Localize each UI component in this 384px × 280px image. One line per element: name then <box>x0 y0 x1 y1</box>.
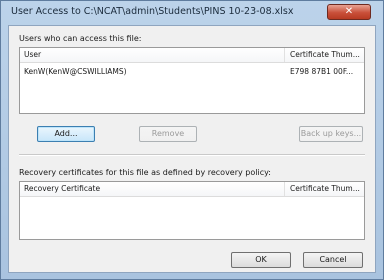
recovery-list-header: Recovery Certificate Certificate Thum... <box>20 182 364 197</box>
column-header-user[interactable]: User <box>24 50 41 59</box>
remove-button[interactable]: Remove <box>139 126 197 142</box>
users-list[interactable]: User Certificate Thum... KenW(KenW@CSWIL… <box>19 47 365 114</box>
user-access-dialog: User Access to C:\NCAT\admin\Students\PI… <box>0 0 384 280</box>
users-section-label: Users who can access this file: <box>19 34 142 43</box>
add-button[interactable]: Add... <box>37 126 95 142</box>
column-separator[interactable] <box>284 182 285 196</box>
recovery-certificates-list[interactable]: Recovery Certificate Certificate Thum... <box>19 181 365 240</box>
column-header-certificate-thumbprint[interactable]: Certificate Thum... <box>290 50 360 59</box>
close-button[interactable]: ✕ <box>327 4 371 20</box>
cancel-button[interactable]: Cancel <box>303 252 363 268</box>
title-bar[interactable]: User Access to C:\NCAT\admin\Students\PI… <box>1 1 383 23</box>
dialog-body: Users who can access this file: User Cer… <box>8 25 376 273</box>
ok-button[interactable]: OK <box>231 252 291 268</box>
column-separator[interactable] <box>284 48 285 62</box>
recovery-section-label: Recovery certificates for this file as d… <box>19 168 271 177</box>
user-cell: KenW(KenW@CSWILLIAMS) <box>24 67 127 76</box>
thumbprint-cell: E798 87B1 00F... <box>290 67 354 76</box>
section-divider <box>19 154 365 156</box>
column-header-recovery-certificate[interactable]: Recovery Certificate <box>24 184 100 193</box>
column-header-certificate-thumbprint[interactable]: Certificate Thum... <box>290 184 360 193</box>
backup-keys-button[interactable]: Back up keys... <box>299 126 363 142</box>
window-title: User Access to C:\NCAT\admin\Students\PI… <box>11 6 294 17</box>
close-icon: ✕ <box>344 6 354 17</box>
users-list-header: User Certificate Thum... <box>20 48 364 63</box>
